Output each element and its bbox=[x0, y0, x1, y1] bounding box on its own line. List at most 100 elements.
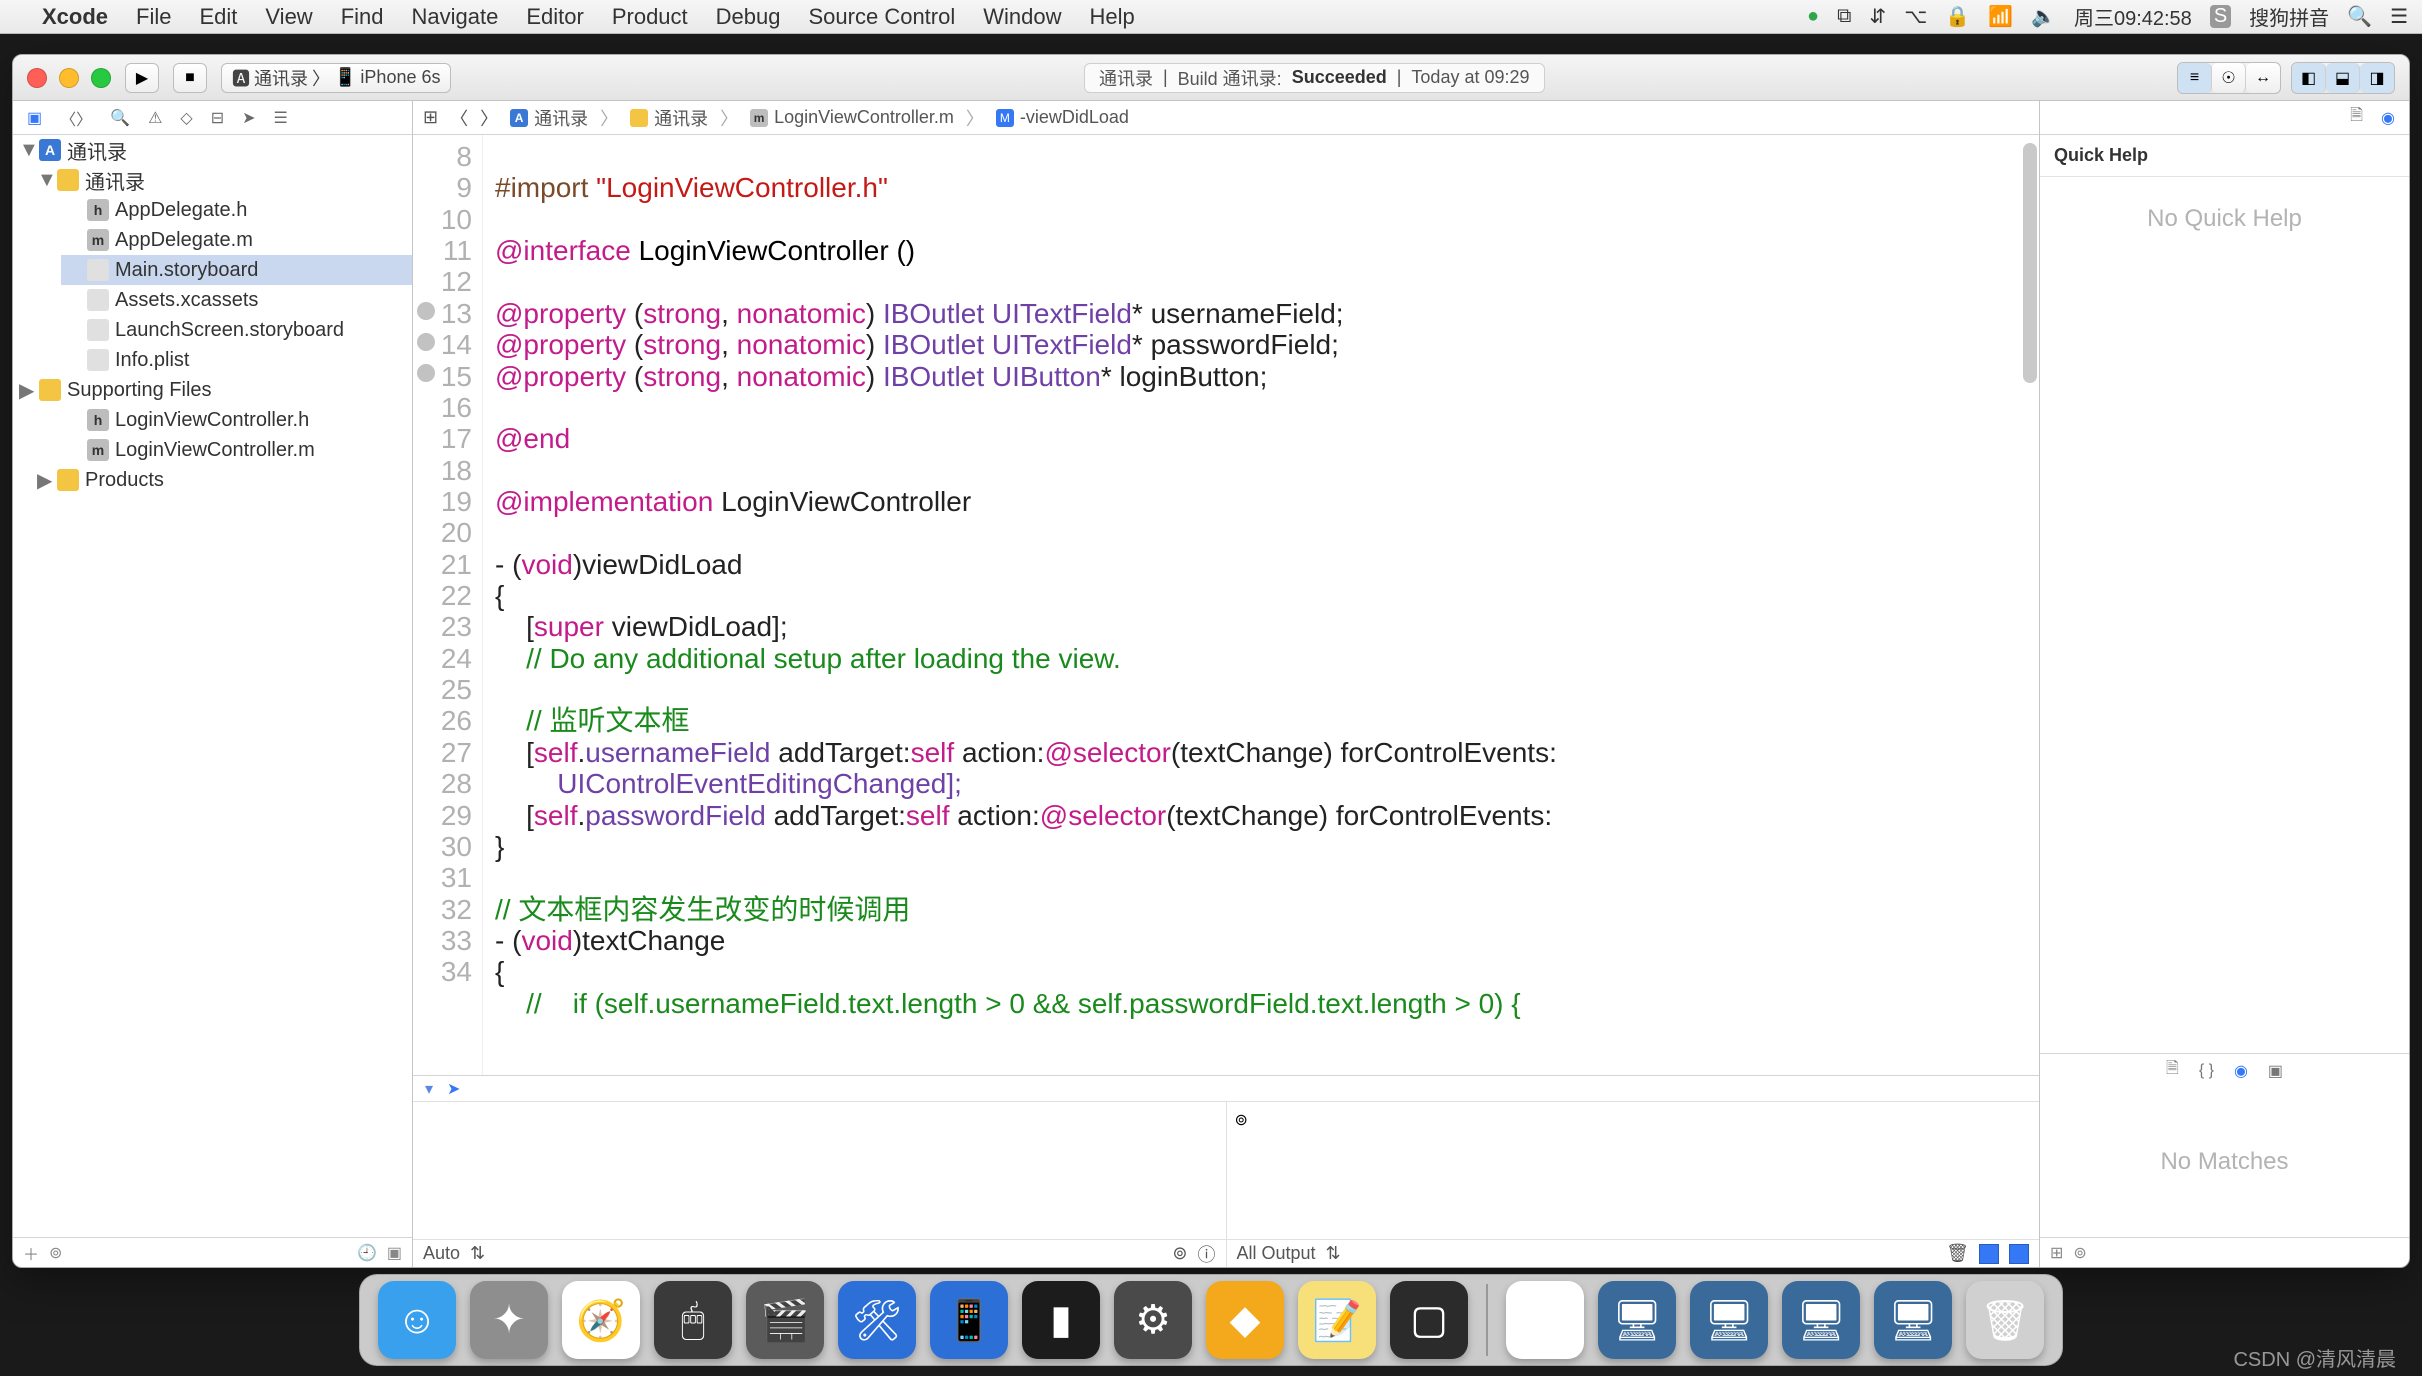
file-row[interactable]: Main.storyboard bbox=[61, 255, 412, 285]
scm-icon[interactable]: ▣ bbox=[387, 1243, 402, 1263]
project-navigator-tree[interactable]: ▼A通讯录 ▼通讯录 hAppDelegate.hmAppDelegate.mM… bbox=[13, 135, 412, 1237]
crumb-3[interactable]: LoginViewController.m bbox=[774, 107, 954, 128]
app-menu[interactable]: Xcode bbox=[42, 4, 108, 30]
status-screen-icon[interactable]: ⧉ bbox=[1837, 5, 1851, 28]
menu-editor[interactable]: Editor bbox=[526, 4, 583, 30]
crumb-2[interactable]: 通讯录 bbox=[654, 105, 708, 131]
dock-app-vm3[interactable]: 🖥 bbox=[1782, 1281, 1860, 1359]
status-bluetooth-icon[interactable]: ⌥ bbox=[1904, 4, 1927, 29]
file-row[interactable]: Info.plist bbox=[61, 345, 412, 375]
file-template-icon[interactable]: 🗎 bbox=[2166, 1057, 2179, 1084]
recent-icon[interactable]: 🕘 bbox=[357, 1243, 377, 1263]
spotlight-icon[interactable]: 🔍 bbox=[2347, 4, 2372, 29]
status-lock-icon[interactable]: 🔒 bbox=[1945, 4, 1970, 29]
breakpoint-indicator[interactable] bbox=[417, 333, 435, 351]
breakpoint-indicator[interactable] bbox=[417, 302, 435, 320]
menu-navigate[interactable]: Navigate bbox=[412, 4, 499, 30]
dock-app-terminal[interactable]: ▮ bbox=[1022, 1281, 1100, 1359]
related-items-icon[interactable]: ⊞ bbox=[423, 107, 438, 128]
dock-app-vm1[interactable]: 🖥 bbox=[1598, 1281, 1676, 1359]
status-updown-icon[interactable]: ⇵ bbox=[1869, 4, 1886, 29]
code-content[interactable]: #import "LoginViewController.h" @interfa… bbox=[483, 135, 2039, 1075]
dock-app-trash[interactable]: 🗑 bbox=[1966, 1281, 2044, 1359]
dock-app-app[interactable]: ▢ bbox=[1390, 1281, 1468, 1359]
test-navigator-icon[interactable]: ◇ bbox=[180, 108, 192, 128]
breakpoint-indicator[interactable] bbox=[417, 364, 435, 382]
crumb-4[interactable]: -viewDidLoad bbox=[1020, 107, 1129, 128]
group-main[interactable]: ▼通讯录 bbox=[13, 165, 412, 195]
status-wifi-icon[interactable]: 📶 bbox=[1988, 4, 2013, 29]
menu-window[interactable]: Window bbox=[983, 4, 1061, 30]
media-library-icon[interactable]: ▣ bbox=[2268, 1061, 2283, 1081]
console-scope[interactable]: All Output bbox=[1237, 1243, 1316, 1264]
symbol-navigator-icon[interactable]: 〈〉 bbox=[60, 106, 92, 130]
clear-console-icon[interactable]: 🗑 bbox=[1946, 1243, 1969, 1264]
variables-scope[interactable]: Auto bbox=[423, 1243, 460, 1264]
toggle-inspector-button[interactable]: ◨ bbox=[2360, 63, 2394, 93]
toggle-navigator-button[interactable]: ◧ bbox=[2292, 63, 2326, 93]
grid-icon[interactable]: ⊞ bbox=[2050, 1243, 2063, 1263]
file-inspector-icon[interactable]: 🗎 bbox=[2350, 104, 2363, 131]
close-button[interactable] bbox=[27, 68, 47, 88]
toggle-view-icon[interactable]: ▾ bbox=[425, 1079, 433, 1099]
menu-find[interactable]: Find bbox=[341, 4, 384, 30]
minimize-button[interactable] bbox=[59, 68, 79, 88]
group-products[interactable]: ▶Products bbox=[13, 465, 412, 495]
assistant-editor-button[interactable]: ☉ bbox=[2212, 63, 2246, 93]
find-navigator-icon[interactable]: 🔍 bbox=[110, 108, 130, 128]
toggle-debug-button[interactable]: ⬓ bbox=[2326, 63, 2360, 93]
status-ime[interactable]: 搜狗拼音 bbox=[2249, 2, 2329, 31]
menu-view[interactable]: View bbox=[265, 4, 312, 30]
variables-pane[interactable]: Auto⇅ ⊚ ⓘ bbox=[413, 1102, 1227, 1267]
dock-app-sketch[interactable]: ◆ bbox=[1206, 1281, 1284, 1359]
code-snippet-icon[interactable]: { } bbox=[2199, 1062, 2214, 1080]
editor-scrollbar[interactable] bbox=[2023, 143, 2037, 383]
jump-bar[interactable]: ⊞ 〈 〉 A通讯录〉 通讯录〉 mLoginViewController.m〉… bbox=[413, 101, 2039, 135]
dock-app-imovie[interactable]: 🎬 bbox=[746, 1281, 824, 1359]
standard-editor-button[interactable]: ≡ bbox=[2178, 63, 2212, 93]
file-row[interactable]: mAppDelegate.m bbox=[61, 225, 412, 255]
file-row[interactable]: hAppDelegate.h bbox=[61, 195, 412, 225]
forward-button[interactable]: 〉 bbox=[480, 105, 498, 131]
dock-app-player[interactable]: ▶ bbox=[1506, 1281, 1584, 1359]
project-navigator-icon[interactable]: ▣ bbox=[27, 108, 42, 128]
menu-help[interactable]: Help bbox=[1090, 4, 1135, 30]
status-clock[interactable]: 周三09:42:58 bbox=[2074, 2, 2192, 31]
dock-app-launchpad[interactable]: ✦ bbox=[470, 1281, 548, 1359]
group-supporting[interactable]: ▶Supporting Files bbox=[13, 375, 412, 405]
code-editor[interactable]: 8910111213141516171819202122232425262728… bbox=[413, 135, 2039, 1075]
breakpoint-toggle-icon[interactable]: ➤ bbox=[447, 1079, 460, 1099]
dock-app-vm2[interactable]: 🖥 bbox=[1690, 1281, 1768, 1359]
debug-navigator-icon[interactable]: ⊟ bbox=[211, 108, 224, 128]
dock-app-settings[interactable]: ⚙ bbox=[1114, 1281, 1192, 1359]
dock-app-notes[interactable]: 📝 bbox=[1298, 1281, 1376, 1359]
line-gutter[interactable]: 8910111213141516171819202122232425262728… bbox=[413, 135, 483, 1075]
status-ime-icon[interactable]: S bbox=[2210, 5, 2231, 28]
file-row[interactable]: hLoginViewController.h bbox=[61, 405, 412, 435]
show-vars-button[interactable] bbox=[1979, 1244, 1999, 1264]
menu-file[interactable]: File bbox=[136, 4, 171, 30]
run-button[interactable]: ▶ bbox=[125, 63, 159, 93]
dock-app-xcode[interactable]: 🛠 bbox=[838, 1281, 916, 1359]
notification-center-icon[interactable]: ☰ bbox=[2390, 4, 2408, 29]
scheme-selector[interactable]: 🅰 通讯录 〉 📱 iPhone 6s bbox=[221, 63, 451, 93]
dock-app-iphone[interactable]: 📱 bbox=[930, 1281, 1008, 1359]
back-button[interactable]: 〈 bbox=[450, 105, 468, 131]
add-button[interactable]: ＋ bbox=[23, 1241, 39, 1265]
menu-edit[interactable]: Edit bbox=[199, 4, 237, 30]
status-play-icon[interactable]: ● bbox=[1807, 5, 1819, 28]
version-editor-button[interactable]: ↔ bbox=[2246, 63, 2280, 93]
menu-source-control[interactable]: Source Control bbox=[809, 4, 956, 30]
file-row[interactable]: mLoginViewController.m bbox=[61, 435, 412, 465]
zoom-button[interactable] bbox=[91, 68, 111, 88]
breakpoint-navigator-icon[interactable]: ➤ bbox=[242, 108, 255, 128]
crumb-1[interactable]: 通讯录 bbox=[534, 105, 588, 131]
project-root[interactable]: ▼A通讯录 bbox=[13, 135, 412, 165]
dock-app-finder[interactable]: ☺ bbox=[378, 1281, 456, 1359]
stop-button[interactable]: ■ bbox=[173, 63, 207, 93]
object-library-icon[interactable]: ◉ bbox=[2234, 1061, 2248, 1081]
status-volume-icon[interactable]: 🔈 bbox=[2031, 4, 2056, 29]
show-console-button[interactable] bbox=[2009, 1244, 2029, 1264]
file-row[interactable]: LaunchScreen.storyboard bbox=[61, 315, 412, 345]
dock-app-safari[interactable]: 🧭 bbox=[562, 1281, 640, 1359]
